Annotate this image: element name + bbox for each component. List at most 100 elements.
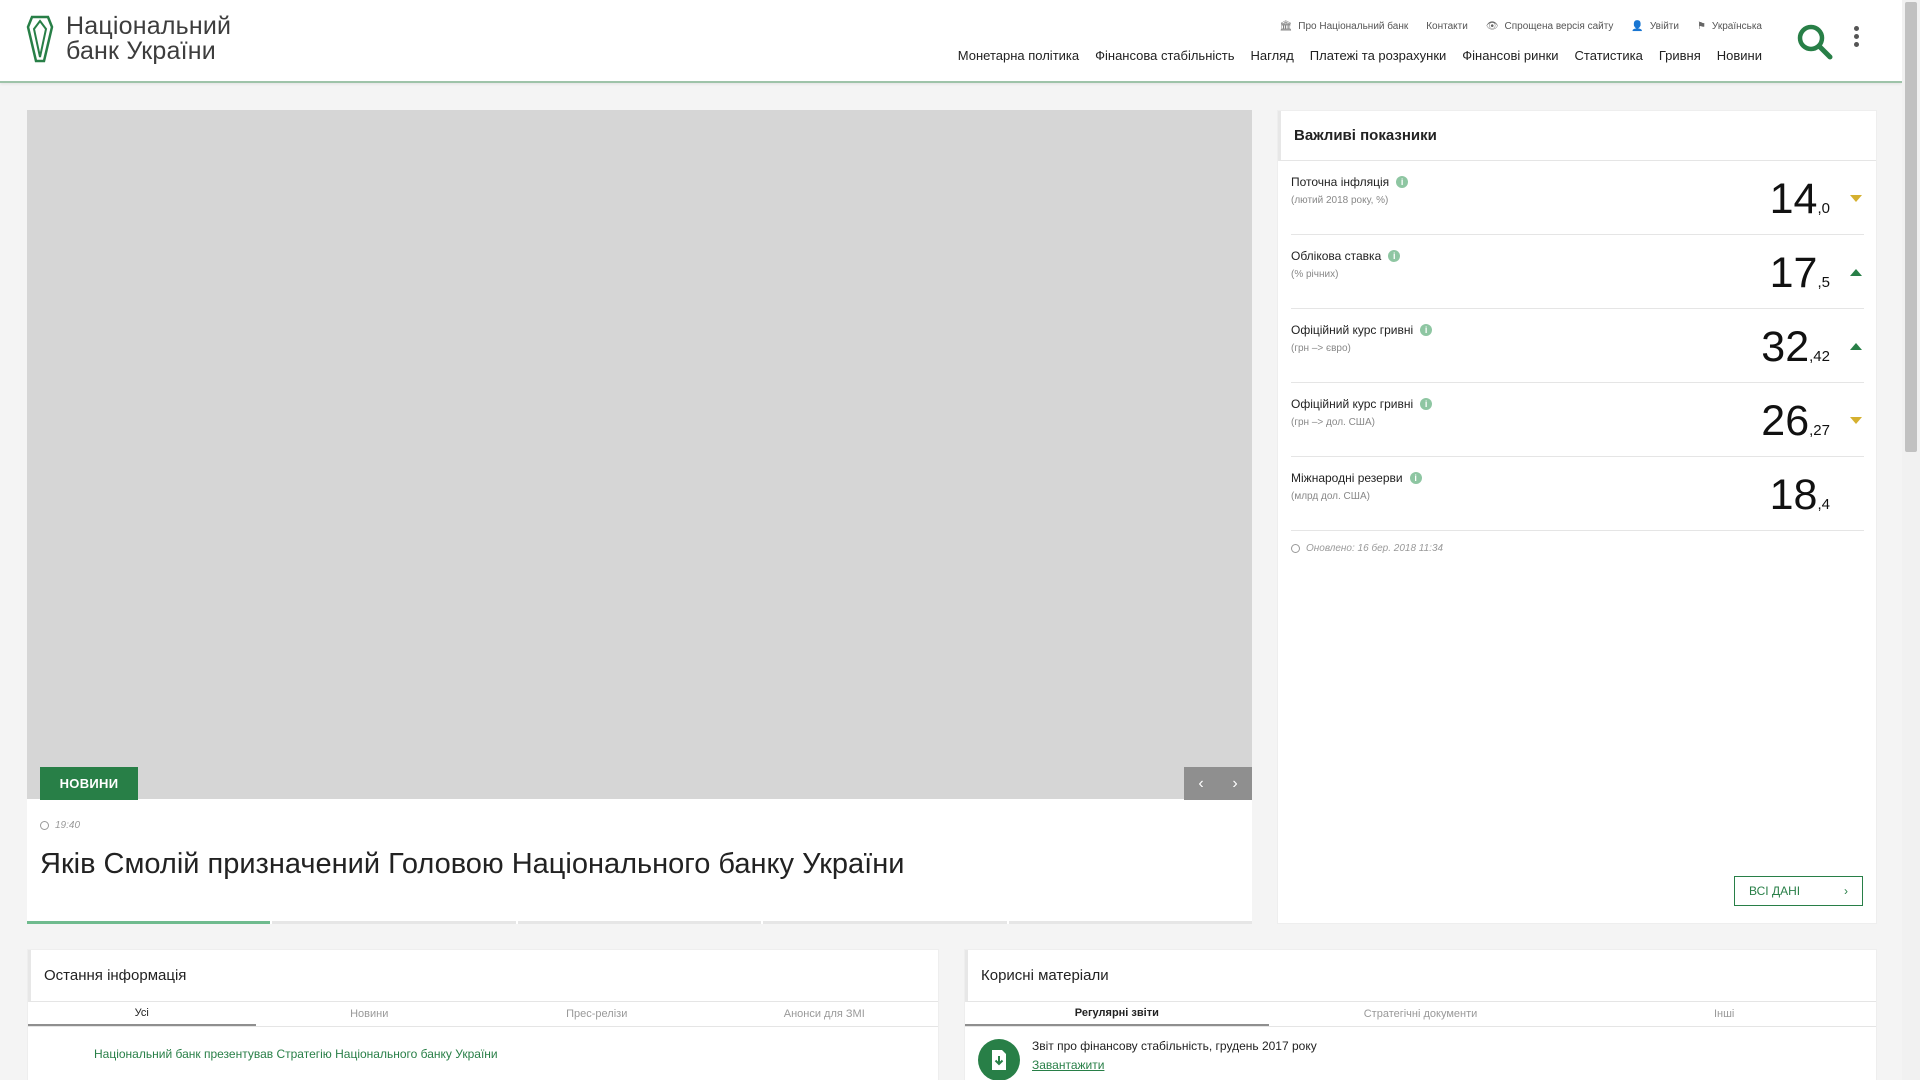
login-link[interactable]: 👤 Увійти xyxy=(1631,21,1679,32)
indicator-value: 18,4 xyxy=(1770,471,1830,520)
nav-news[interactable]: Новини xyxy=(1717,48,1762,63)
indicator-row-inflation: Поточна інфляція i (лютий 2018 року, %) … xyxy=(1291,161,1864,235)
language-selector[interactable]: ⚑ Українська xyxy=(1697,21,1762,32)
main-navigation: Монетарна політика Фінансова стабільніст… xyxy=(942,48,1762,63)
slider-next-button[interactable]: › xyxy=(1218,767,1252,800)
info-icon[interactable]: i xyxy=(1388,250,1401,262)
tab-all[interactable]: Усі xyxy=(28,1002,256,1026)
nav-statistics[interactable]: Статистика xyxy=(1575,48,1643,63)
key-indicators-panel: Важливі показники Поточна інфляція i (лю… xyxy=(1277,110,1877,924)
eye-icon: 👁 xyxy=(1485,21,1499,32)
indicator-name: Офіційний курс гривні xyxy=(1291,323,1414,337)
simplified-version-link[interactable]: 👁 Спрощена версія сайту xyxy=(1486,21,1614,32)
indicator-label: Офіційний курс гривні i xyxy=(1291,323,1433,337)
info-icon[interactable]: i xyxy=(1396,176,1409,188)
report-title: Звіт про фінансову стабільність, грудень… xyxy=(1032,1039,1317,1053)
info-icon[interactable]: i xyxy=(1409,472,1422,484)
search-icon xyxy=(1797,24,1833,60)
tab-news[interactable]: Новини xyxy=(256,1002,484,1026)
indicator-value: 14,0 xyxy=(1770,175,1830,224)
download-file-icon[interactable] xyxy=(978,1039,1020,1080)
indicator-sub: (грн –> дол. США) xyxy=(1291,417,1375,428)
page-scrollbar[interactable] xyxy=(1902,0,1920,1080)
kebab-dot-icon xyxy=(1853,42,1859,47)
indicator-sub: (% річних) xyxy=(1291,269,1339,280)
all-data-button[interactable]: ВСІ ДАНІ › xyxy=(1734,876,1863,906)
indicator-row-reserves: Міжнародні резерви i (млрд дол. США) 18,… xyxy=(1291,457,1864,531)
nav-payments[interactable]: Платежі та розрахунки xyxy=(1310,48,1446,63)
slider-progress-segment[interactable] xyxy=(763,921,1007,924)
nav-financial-stability[interactable]: Фінансова стабільність xyxy=(1095,48,1234,63)
file-download-icon xyxy=(992,1050,1006,1070)
slide-headline[interactable]: Яків Смолій призначений Головою Націонал… xyxy=(40,848,904,881)
nav-hryvnia[interactable]: Гривня xyxy=(1659,48,1701,63)
tab-media-announcements[interactable]: Анонси для ЗМІ xyxy=(711,1002,939,1026)
updated-text: Оновлено: 16 бер. 2018 11:34 xyxy=(1306,543,1444,554)
slider-progress-segment[interactable] xyxy=(272,921,516,924)
nav-supervision[interactable]: Нагляд xyxy=(1251,48,1294,63)
slider-progress-segment[interactable] xyxy=(27,921,271,924)
indicator-value-dec: ,27 xyxy=(1809,422,1830,439)
kebab-dot-icon xyxy=(1853,34,1859,39)
indicator-sub: (млрд дол. США) xyxy=(1291,491,1370,502)
indicator-value: 17,5 xyxy=(1770,249,1830,298)
tab-strategic-documents[interactable]: Стратегічні документи xyxy=(1269,1002,1573,1026)
site-header: Національний банк України 🏛 Про Націонал… xyxy=(0,0,1902,83)
contacts-link[interactable]: Контакти xyxy=(1426,21,1468,32)
slider-prev-button[interactable]: ‹ xyxy=(1184,767,1218,800)
about-nbu-link[interactable]: 🏛 Про Національний банк xyxy=(1280,21,1409,32)
news-slider: НОВИНИ ‹ › 19:40 Яків Смолій призначений… xyxy=(27,110,1253,924)
scrollbar-thumb[interactable] xyxy=(1905,2,1917,452)
clock-icon xyxy=(1291,544,1300,553)
slide-time: 19:40 xyxy=(55,820,81,831)
slider-controls: ‹ › xyxy=(1184,767,1252,800)
contacts-label: Контакти xyxy=(1426,21,1468,32)
useful-materials-tabs: Регулярні звіти Стратегічні документи Ін… xyxy=(965,1002,1876,1027)
key-indicators-title: Важливі показники xyxy=(1278,111,1876,161)
indicator-row-discount-rate: Облікова ставка i (% річних) 17,5 xyxy=(1291,235,1864,309)
nav-monetary-policy[interactable]: Монетарна політика xyxy=(958,48,1079,63)
info-icon[interactable]: i xyxy=(1420,324,1433,336)
indicator-value-dec: ,5 xyxy=(1817,274,1830,291)
simplified-version-label: Спрощена версія сайту xyxy=(1504,21,1614,32)
logo-line-1: Національний xyxy=(66,12,232,40)
indicator-value-dec: ,0 xyxy=(1817,200,1830,217)
chevron-right-icon: › xyxy=(1844,884,1848,898)
indicator-value-dec: ,4 xyxy=(1817,496,1830,513)
info-icon[interactable]: i xyxy=(1420,398,1433,410)
slide-timestamp: 19:40 xyxy=(40,820,80,831)
slider-progress-segment[interactable] xyxy=(1008,921,1253,924)
more-menu-button[interactable] xyxy=(1851,26,1861,50)
indicator-name: Облікова ставка xyxy=(1291,249,1382,263)
tab-press-releases[interactable]: Прес-релізи xyxy=(483,1002,711,1026)
indicator-label: Облікова ставка i xyxy=(1291,249,1401,263)
indicator-sub: (лютий 2018 року, %) xyxy=(1291,195,1389,206)
slider-progress-segment[interactable] xyxy=(517,921,762,924)
indicator-value-int: 18 xyxy=(1769,471,1818,519)
report-item: Звіт про фінансову стабільність, грудень… xyxy=(978,1039,1317,1080)
useful-materials-title: Корисні матеріали xyxy=(965,950,1876,1002)
slide-image[interactable] xyxy=(27,110,1252,799)
indicator-label: Офіційний курс гривні i xyxy=(1291,397,1433,411)
indicator-value: 32,42 xyxy=(1761,323,1830,372)
kebab-dot-icon xyxy=(1853,26,1859,31)
latest-info-item-link[interactable]: Національний банк презентував Стратегію … xyxy=(94,1047,498,1061)
indicator-name: Офіційний курс гривні xyxy=(1291,397,1414,411)
trend-up-icon xyxy=(1850,269,1862,276)
flag-icon: ⚑ xyxy=(1696,21,1706,32)
indicator-value-dec: ,42 xyxy=(1809,348,1830,365)
useful-materials-panel: Корисні матеріали Регулярні звіти Страте… xyxy=(964,949,1877,1080)
indicator-value-int: 17 xyxy=(1769,249,1818,297)
trend-down-icon xyxy=(1850,417,1862,424)
news-category-badge[interactable]: НОВИНИ xyxy=(40,767,138,800)
trend-down-icon xyxy=(1850,195,1862,202)
search-button[interactable] xyxy=(1795,22,1835,62)
tab-other[interactable]: Інші xyxy=(1572,1002,1876,1026)
indicator-sub: (грн –> євро) xyxy=(1291,343,1351,354)
download-link[interactable]: Завантажити xyxy=(1032,1058,1317,1072)
tab-regular-reports[interactable]: Регулярні звіти xyxy=(965,1002,1269,1026)
nbu-logo[interactable]: Національний банк України xyxy=(26,14,231,64)
indicator-row-rate-eur: Офіційний курс гривні i (грн –> євро) 32… xyxy=(1291,309,1864,383)
about-nbu-label: Про Національний банк xyxy=(1298,21,1409,32)
nav-financial-markets[interactable]: Фінансові ринки xyxy=(1462,48,1558,63)
